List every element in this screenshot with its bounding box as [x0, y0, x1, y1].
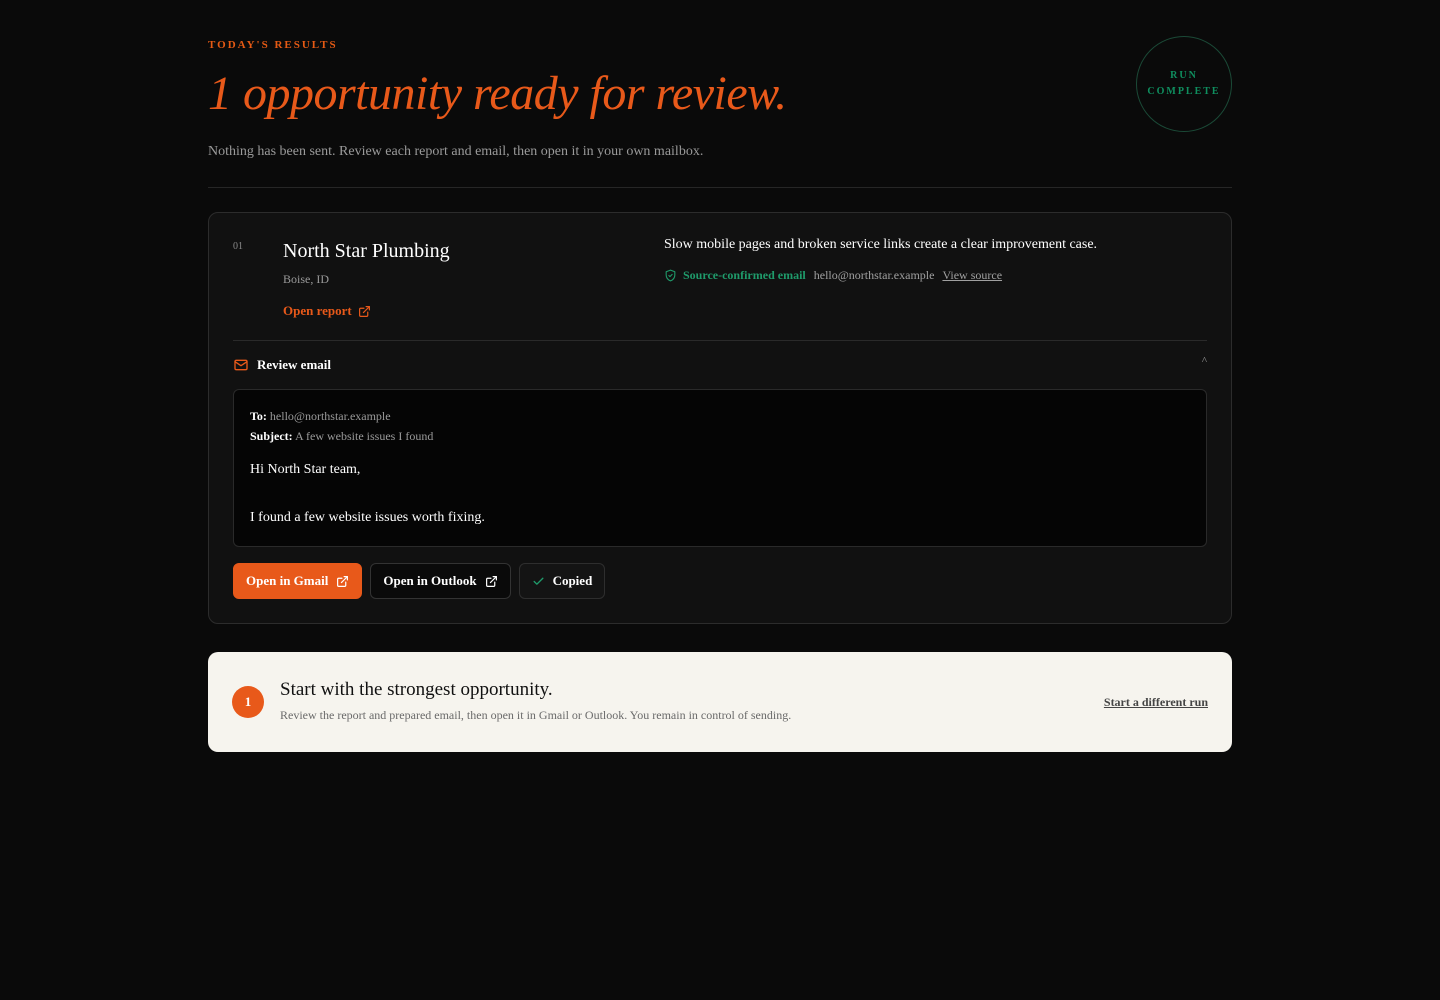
review-email-label: Review email	[257, 357, 332, 372]
opportunity-card: 01 North Star Plumbing Boise, ID Open re…	[208, 212, 1232, 624]
page-title: 1 opportunity ready for review.	[208, 67, 787, 120]
review-email-toggle[interactable]: Review email ^	[233, 341, 1207, 389]
email-greeting: Hi North Star team,	[250, 462, 361, 477]
results-page: Today's results 1 opportunity ready for …	[208, 0, 1232, 752]
source-label-text: Source-confirmed email	[683, 268, 806, 282]
page-subtitle: Nothing has been sent. Review each repor…	[208, 144, 704, 159]
open-in-outlook-button[interactable]: Open in Outlook	[370, 563, 511, 599]
check-icon	[532, 575, 545, 588]
opportunity-index: 01	[233, 241, 243, 252]
source-row: Source-confirmed email hello@northstar.e…	[664, 267, 1207, 283]
email-meta: To: hello@northstar.example Subject: A f…	[250, 406, 1190, 446]
email-actions: Open in Gmail Open in Outlook Copied	[233, 563, 1207, 599]
external-link-icon	[485, 575, 498, 588]
copied-button[interactable]: Copied	[518, 563, 606, 599]
email-to-label: To:	[250, 409, 267, 423]
open-in-gmail-label: Open in Gmail	[246, 573, 329, 588]
external-link-icon	[336, 575, 349, 588]
step-number-badge: 1	[232, 686, 264, 718]
business-info: North Star Plumbing Boise, ID Open repor…	[283, 237, 664, 340]
eyebrow-label: Today's results	[208, 39, 338, 51]
run-complete-badge: Run Complete	[1136, 36, 1232, 132]
opportunity-summary-row: 01 North Star Plumbing Boise, ID Open re…	[233, 237, 1207, 340]
source-confirmed-label: Source-confirmed email	[664, 267, 806, 283]
open-report-label: Open report	[283, 303, 352, 318]
review-email-title: Review email	[233, 357, 331, 373]
opportunity-details: Slow mobile pages and broken service lin…	[664, 237, 1207, 340]
next-step-title: Start with the strongest opportunity.	[280, 678, 553, 700]
business-name: North Star Plumbing	[283, 240, 450, 262]
shield-check-icon	[664, 269, 677, 282]
external-link-icon	[358, 305, 371, 318]
next-step-description: Review the report and prepared email, th…	[280, 707, 792, 722]
view-source-link[interactable]: View source	[942, 267, 1002, 283]
open-in-gmail-button[interactable]: Open in Gmail	[233, 563, 363, 599]
email-to-row: To: hello@northstar.example	[250, 406, 1190, 426]
email-to-value: hello@northstar.example	[269, 409, 391, 423]
opportunity-summary: Slow mobile pages and broken service lin…	[664, 237, 1098, 252]
source-email: hello@northstar.example	[813, 268, 935, 282]
email-preview: To: hello@northstar.example Subject: A f…	[233, 389, 1207, 547]
next-step-text: Start with the strongest opportunity. Re…	[280, 679, 1104, 723]
run-badge-line1: Run	[1170, 70, 1198, 81]
header-divider	[208, 187, 1232, 188]
business-location: Boise, ID	[283, 272, 329, 286]
open-report-link[interactable]: Open report	[283, 303, 371, 319]
email-subject-value: A few website issues I found	[295, 429, 434, 443]
chevron-up-icon: ^	[1201, 355, 1207, 367]
email-subject-label: Subject:	[250, 429, 293, 443]
email-body-text: I found a few website issues worth fixin…	[250, 510, 485, 525]
email-subject-row: Subject: A few website issues I found	[250, 426, 1190, 446]
email-body: Hi North Star team, I found a few websit…	[250, 460, 1190, 528]
start-different-run-link[interactable]: Start a different run	[1104, 695, 1208, 710]
open-in-outlook-label: Open in Outlook	[383, 573, 477, 588]
next-step-panel: 1 Start with the strongest opportunity. …	[208, 652, 1232, 752]
copied-label: Copied	[552, 573, 593, 588]
run-badge-line2: Complete	[1147, 86, 1221, 97]
mail-icon	[233, 357, 249, 373]
